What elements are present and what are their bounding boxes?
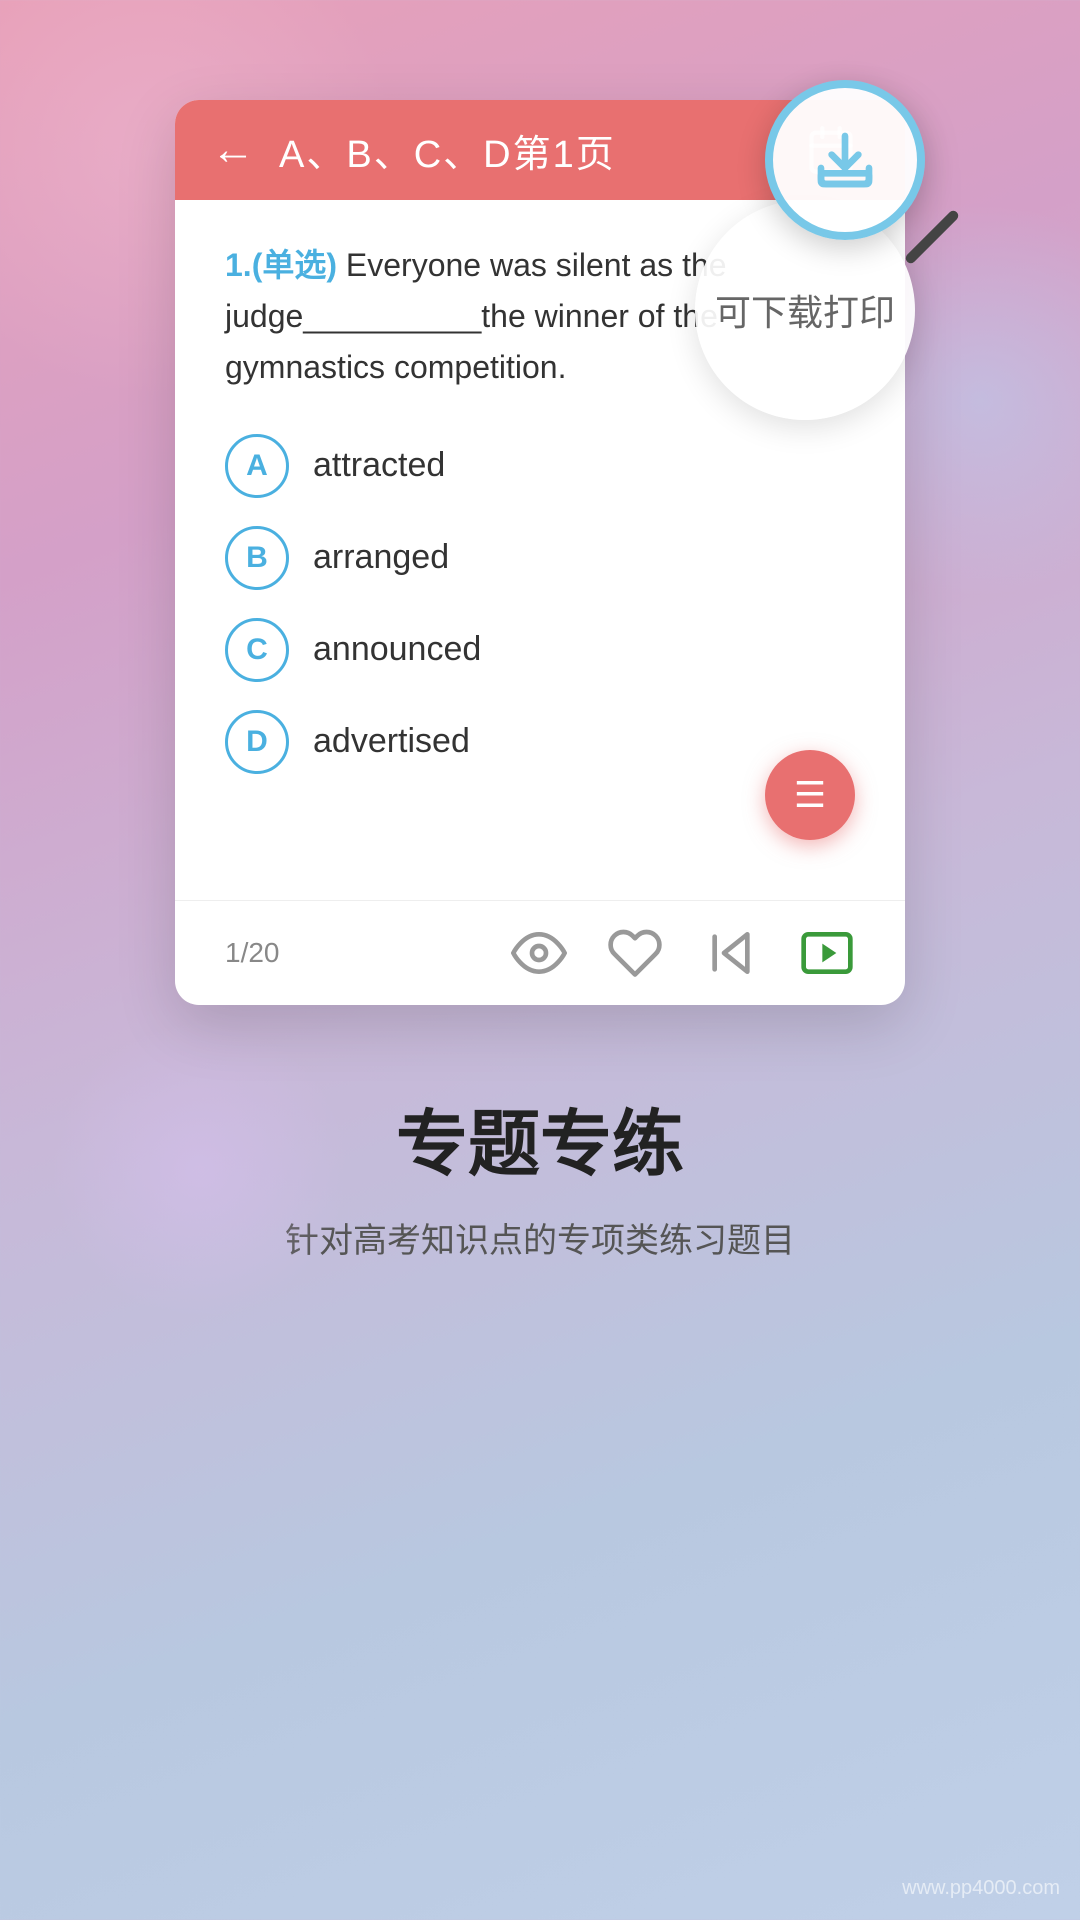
option-b-text: arranged <box>313 538 449 577</box>
option-d-circle: D <box>225 710 289 774</box>
magnifier-overlay <box>765 80 965 280</box>
eye-button[interactable] <box>511 925 567 981</box>
options-list: A attracted B arranged C announced <box>225 434 855 774</box>
footer-actions <box>511 925 855 981</box>
skip-forward-icon <box>799 925 855 981</box>
magnifier-circle <box>765 80 925 240</box>
magnifier-download-icon <box>813 128 877 192</box>
bottom-title: 专题专练 <box>285 1085 795 1190</box>
option-a-letter: A <box>246 449 268 483</box>
option-b-letter: B <box>246 541 268 575</box>
option-d[interactable]: D advertised <box>225 710 855 774</box>
tooltip-text: 可下载打印 <box>715 284 895 336</box>
quiz-card-wrapper: 可下载打印 ← A、B、C、D第1页 1.(单选) Everyone was s… <box>175 100 905 1005</box>
option-d-text: advertised <box>313 722 470 761</box>
option-c[interactable]: C announced <box>225 618 855 682</box>
option-a-text: attracted <box>313 446 445 485</box>
question-number: 1. <box>225 247 252 283</box>
option-c-text: announced <box>313 630 481 669</box>
eye-icon <box>511 925 567 981</box>
back-button[interactable]: ← <box>211 125 255 175</box>
watermark: www.pp4000.com <box>902 1877 1060 1900</box>
menu-icon: ☰ <box>794 777 826 813</box>
option-b[interactable]: B arranged <box>225 526 855 590</box>
page-indicator: 1/20 <box>225 937 511 969</box>
skip-back-icon <box>703 925 759 981</box>
header-title: A、B、C、D第1页 <box>279 123 616 178</box>
bottom-subtitle: 针对高考知识点的专项类练习题目 <box>285 1214 795 1268</box>
option-c-letter: C <box>246 633 268 667</box>
skip-forward-button[interactable] <box>799 925 855 981</box>
option-a-circle: A <box>225 434 289 498</box>
option-c-circle: C <box>225 618 289 682</box>
favorite-button[interactable] <box>607 925 663 981</box>
option-a[interactable]: A attracted <box>225 434 855 498</box>
magnifier-handle <box>904 209 961 266</box>
heart-icon <box>607 925 663 981</box>
menu-fab-button[interactable]: ☰ <box>765 750 855 840</box>
question-type: (单选) <box>252 247 337 283</box>
option-b-circle: B <box>225 526 289 590</box>
skip-back-button[interactable] <box>703 925 759 981</box>
card-footer: 1/20 <box>175 900 905 1005</box>
option-d-letter: D <box>246 725 268 759</box>
